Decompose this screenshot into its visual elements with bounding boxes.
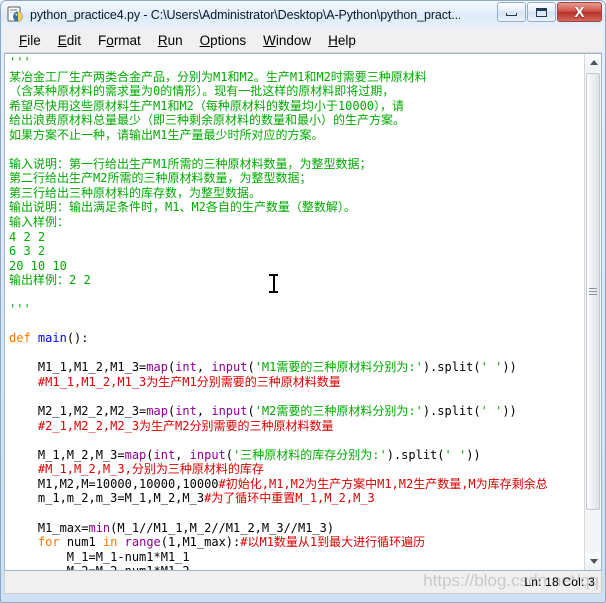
- scroll-thumb[interactable]: [586, 73, 600, 510]
- menu-item-help[interactable]: Help: [320, 31, 365, 50]
- menu-bar: File Edit Format Run Options Window Help: [4, 28, 602, 53]
- close-button[interactable]: X: [557, 2, 602, 22]
- maximize-icon: [536, 7, 547, 17]
- menu-item-format[interactable]: Format: [90, 31, 150, 50]
- minimize-button[interactable]: [497, 2, 526, 22]
- main-window: python_practice4.py - C:\Users\Administr…: [0, 0, 606, 603]
- scrollbar-track[interactable]: [585, 71, 601, 553]
- title-bar[interactable]: python_practice4.py - C:\Users\Administr…: [1, 1, 605, 28]
- menu-item-file[interactable]: File: [11, 31, 50, 50]
- code-text-area[interactable]: ''' 某冶金工厂生产两类合金产品，分别为M1和M2。生产M1和M2时需要三种原…: [5, 54, 584, 570]
- close-icon: X: [574, 3, 585, 21]
- menu-item-window[interactable]: Window: [255, 31, 320, 50]
- minimize-icon: [506, 13, 517, 16]
- menu-item-run[interactable]: Run: [150, 31, 192, 50]
- python-idle-icon: [7, 6, 24, 23]
- scroll-up-arrow[interactable]: [585, 54, 601, 71]
- window-title: python_practice4.py - C:\Users\Administr…: [30, 7, 460, 22]
- menu-item-edit[interactable]: Edit: [50, 31, 90, 50]
- menu-item-options[interactable]: Options: [192, 31, 256, 50]
- window-controls: X: [497, 2, 602, 22]
- maximize-button[interactable]: [527, 2, 556, 22]
- scroll-down-arrow[interactable]: [585, 553, 601, 570]
- scroll-thumb-grip: [589, 286, 597, 297]
- chevron-down-icon: [589, 559, 598, 564]
- vertical-scrollbar[interactable]: [584, 54, 601, 570]
- chevron-up-icon: [589, 60, 598, 65]
- cursor-position-indicator: Ln: 18 Col: 3: [524, 575, 595, 589]
- idle-editor-window-screenshot: python_practice4.py - C:\Users\Administr…: [0, 0, 606, 603]
- status-bar: https://blog.csdn.net/qq Ln: 18 Col: 3: [4, 571, 602, 594]
- source-code[interactable]: ''' 某冶金工厂生产两类合金产品，分别为M1和M2。生产M1和M2时需要三种原…: [9, 55, 584, 570]
- editor-area[interactable]: ''' 某冶金工厂生产两类合金产品，分别为M1和M2。生产M1和M2时需要三种原…: [4, 53, 602, 571]
